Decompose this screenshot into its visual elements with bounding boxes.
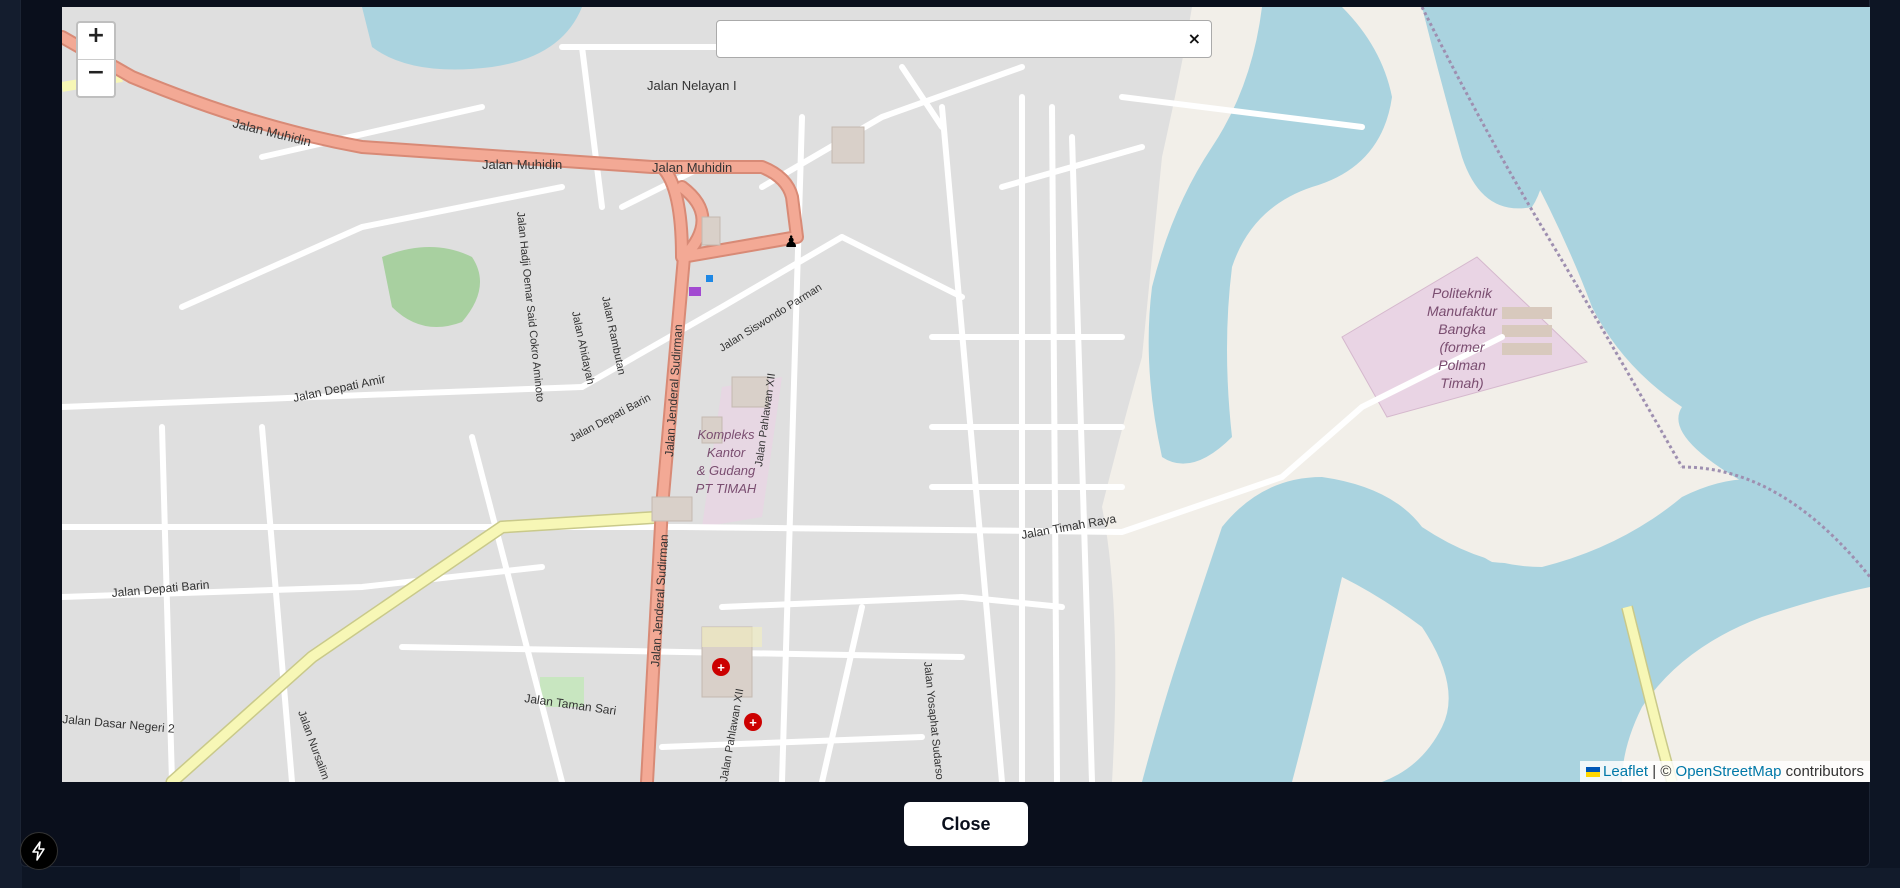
svg-text:+: + — [749, 715, 757, 730]
close-button[interactable]: Close — [904, 802, 1028, 846]
label-kompleks-3: & Gudang — [697, 463, 756, 478]
svg-text:♟: ♟ — [784, 234, 798, 251]
map-tiles: + + ♟ Jalan Nelayan I Jalan Muhidin Jala… — [62, 7, 1870, 782]
attribution-separator: | © — [1652, 763, 1672, 780]
map-view[interactable]: + + ♟ Jalan Nelayan I Jalan Muhidin Jala… — [62, 7, 1870, 782]
search-box: × — [716, 20, 1212, 58]
search-clear-button[interactable]: × — [1188, 29, 1201, 48]
search-input[interactable] — [727, 21, 1171, 57]
zoom-out-button[interactable]: − — [78, 59, 114, 96]
background-footer — [240, 868, 1900, 888]
label-kompleks-4: PT TIMAH — [696, 481, 757, 496]
zoom-in-button[interactable]: + — [78, 23, 114, 59]
svg-text:+: + — [717, 660, 725, 675]
label-kompleks-2: Kantor — [707, 445, 746, 460]
label-politeknik-6: Timah) — [1440, 375, 1483, 391]
label-jalan-nelayan-i: Jalan Nelayan I — [647, 78, 737, 93]
attribution-contributors: contributors — [1785, 763, 1864, 780]
openstreetmap-link[interactable]: OpenStreetMap — [1676, 763, 1782, 780]
map-attribution: Leaflet | © OpenStreetMap contributors — [1580, 761, 1870, 782]
label-kompleks-1: Kompleks — [697, 427, 755, 442]
background-sidebar — [0, 0, 22, 888]
label-politeknik-4: (former — [1439, 339, 1485, 355]
ukraine-flag-icon — [1586, 767, 1601, 778]
leaflet-link[interactable]: Leaflet — [1603, 763, 1648, 780]
map-modal: + + ♟ Jalan Nelayan I Jalan Muhidin Jala… — [20, 0, 1870, 867]
label-politeknik-5: Polman — [1438, 357, 1486, 373]
label-politeknik-1: Politeknik — [1432, 285, 1493, 301]
label-politeknik-3: Bangka — [1438, 321, 1486, 337]
label-jalan-muhidin-3: Jalan Muhidin — [652, 160, 732, 175]
label-politeknik-2: Manufaktur — [1427, 303, 1498, 319]
zoom-control: + − — [76, 21, 116, 98]
label-jalan-muhidin-2: Jalan Muhidin — [482, 157, 562, 172]
bolt-icon[interactable] — [20, 832, 58, 870]
